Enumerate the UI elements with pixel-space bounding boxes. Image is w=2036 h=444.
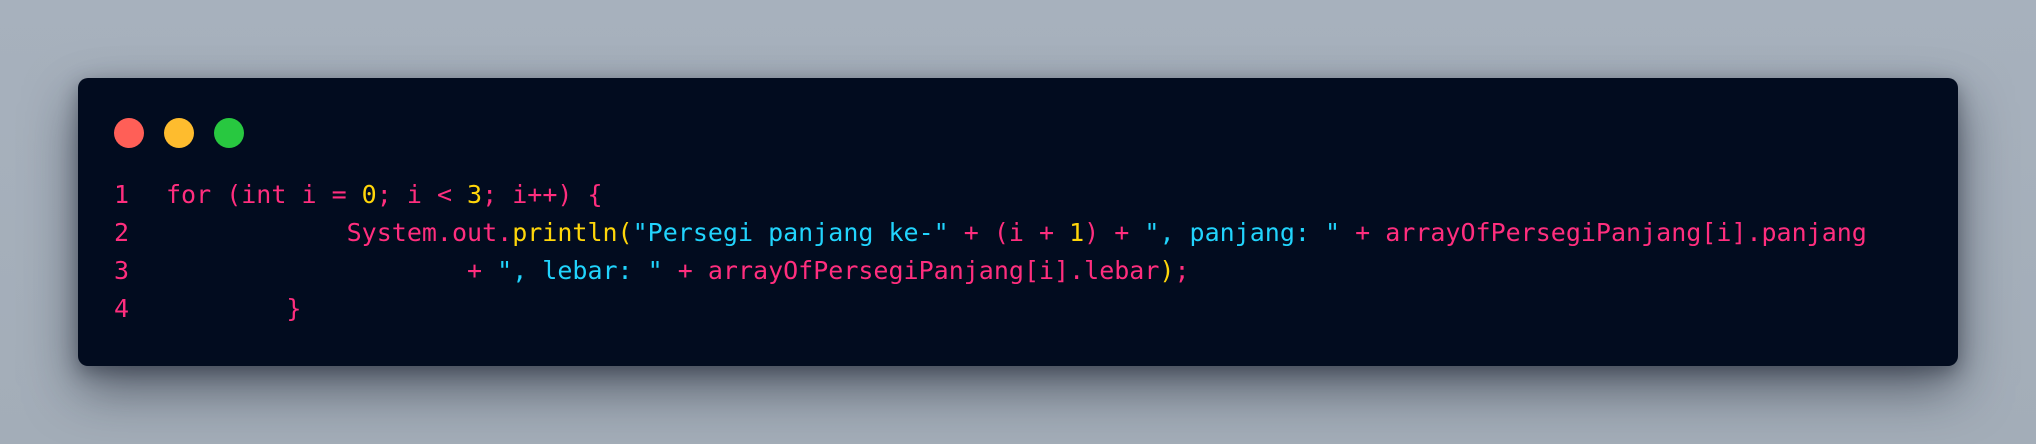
code-token: )	[1159, 256, 1175, 285]
code-token: ", lebar: "	[497, 256, 663, 285]
code-token: +	[166, 256, 498, 285]
close-button[interactable]	[114, 118, 144, 148]
code-line: 3 + ", lebar: " + arrayOfPersegiPanjang[…	[114, 252, 1938, 290]
code-token: 0	[361, 180, 377, 209]
window-controls	[114, 118, 244, 148]
code-token: System.out.	[166, 218, 513, 247]
code-token: }	[166, 294, 302, 323]
code-token: for (int i =	[166, 180, 362, 209]
maximize-button[interactable]	[214, 118, 244, 148]
code-token: ", panjang: "	[1144, 218, 1341, 247]
line-number: 1	[114, 180, 130, 209]
code-token: + arrayOfPersegiPanjang[i].lebar	[662, 256, 1160, 285]
code-token: ;	[1174, 256, 1190, 285]
code-line: 2 System.out.println("Persegi panjang ke…	[114, 214, 1938, 252]
code-token: ; i++) {	[482, 180, 603, 209]
minimize-button[interactable]	[164, 118, 194, 148]
code-text: for (int i = 0; i < 3; i++) {	[166, 176, 1938, 214]
code-token: 3	[467, 180, 483, 209]
code-line: 1 for (int i = 0; i < 3; i++) {	[114, 176, 1938, 214]
code-line: 4 }	[114, 290, 1938, 328]
line-number: 2	[114, 218, 130, 247]
code-window: 1 for (int i = 0; i < 3; i++) {2 System.o…	[78, 78, 1958, 366]
code-token: println	[512, 218, 618, 247]
code-token: ; i <	[376, 180, 468, 209]
line-number: 3	[114, 256, 130, 285]
line-number: 4	[114, 294, 130, 323]
code-text: }	[166, 290, 1938, 328]
code-token: "Persegi panjang ke-"	[632, 218, 949, 247]
code-token: 1	[1069, 218, 1085, 247]
code-token: + arrayOfPersegiPanjang[i].panjang	[1340, 218, 1867, 247]
code-token: ) +	[1084, 218, 1145, 247]
code-text: + ", lebar: " + arrayOfPersegiPanjang[i]…	[166, 252, 1938, 290]
code-token: + (i +	[948, 218, 1070, 247]
code-token: (	[617, 218, 633, 247]
code-text: System.out.println("Persegi panjang ke-"…	[166, 214, 1938, 252]
code-block: 1 for (int i = 0; i < 3; i++) {2 System.o…	[114, 176, 1938, 328]
